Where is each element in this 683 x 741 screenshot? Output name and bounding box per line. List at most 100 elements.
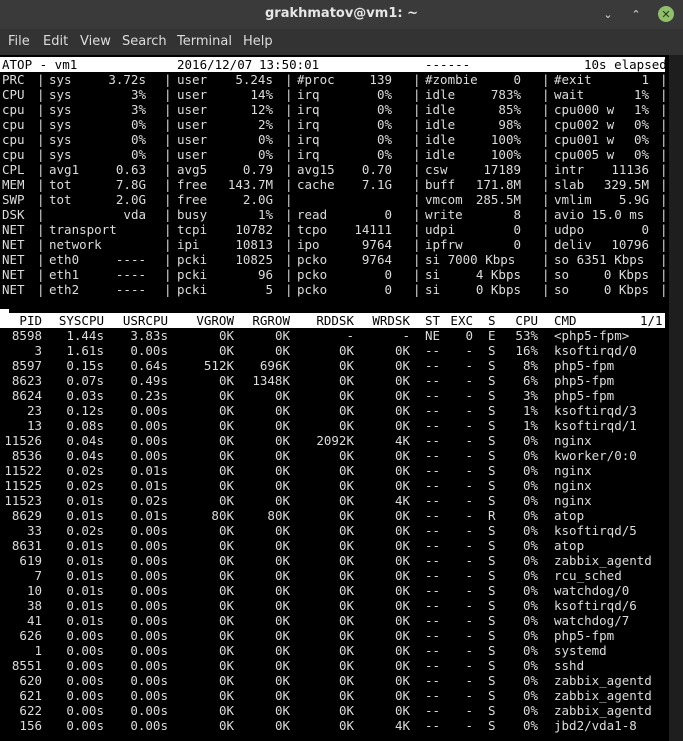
stat-cell: | — [542, 252, 550, 267]
process-cell: 0K — [218, 673, 234, 688]
menu-view[interactable]: View — [80, 34, 111, 49]
atop-time: 13:50:01 — [259, 57, 320, 72]
stat-cell: vmlim — [554, 192, 592, 207]
process-cell: -- — [425, 523, 441, 538]
stat-cell: 3% — [130, 87, 146, 102]
menu-edit[interactable]: Edit — [43, 34, 68, 49]
process-cell: 0.00s — [66, 658, 104, 673]
process-cell: - — [465, 538, 473, 553]
stat-cell: | — [413, 117, 421, 132]
process-cell: 0.01s — [66, 538, 104, 553]
stat-cell: ---- — [115, 282, 146, 297]
stat-cell: avg5 — [177, 162, 208, 177]
stat-cell: tcpi — [177, 222, 208, 237]
terminal-scrollbar[interactable] — [669, 55, 683, 741]
process-cell: 0.00s — [130, 688, 168, 703]
process-cell: 1.44s — [66, 328, 104, 343]
stat-cell: 14111 — [354, 222, 392, 237]
process-cell: 0K — [394, 478, 410, 493]
process-cell: S — [488, 463, 496, 478]
process-cell: 0K — [338, 658, 354, 673]
process-cell: S — [488, 538, 496, 553]
menu-terminal[interactable]: Terminal — [177, 34, 232, 49]
stat-cell: ---- — [115, 267, 146, 282]
process-cell: -- — [425, 673, 441, 688]
process-cell: 0K — [394, 508, 410, 523]
process-cell: 0% — [522, 628, 538, 643]
stat-cell: | — [285, 177, 293, 192]
stat-cell: 1% — [633, 102, 649, 117]
process-cell: 0.00s — [66, 643, 104, 658]
process-cell: atop — [554, 538, 585, 553]
stat-cell: 10782 — [235, 222, 273, 237]
process-cell: - — [465, 403, 473, 418]
stat-cell: network — [49, 237, 102, 252]
process-cell: 0% — [522, 538, 538, 553]
menu-search[interactable]: Search — [122, 34, 167, 49]
process-cell: 0.00s — [130, 583, 168, 598]
process-cell: - — [465, 418, 473, 433]
close-icon[interactable]: ✕ — [658, 6, 674, 22]
column-header: RDDSK — [316, 313, 354, 328]
stat-cell: ipfrw — [425, 237, 463, 252]
stat-cell: busy — [177, 207, 208, 222]
stat-cell: 0% — [257, 147, 273, 162]
stat-cell: so 6351 Kbps — [554, 252, 645, 267]
column-header: 1/1 — [640, 313, 663, 328]
process-cell: ksoftirqd/5 — [554, 523, 637, 538]
stat-cell: ipo — [297, 237, 320, 252]
process-cell: 0.01s — [66, 508, 104, 523]
process-cell: S — [488, 373, 496, 388]
stat-cell: | — [285, 102, 293, 117]
process-cell: 0K — [218, 523, 234, 538]
process-cell: 0K — [274, 628, 290, 643]
process-cell: -- — [425, 703, 441, 718]
process-cell: R — [488, 508, 496, 523]
stat-cell: user — [177, 132, 208, 147]
process-cell: 0K — [274, 463, 290, 478]
stat-cell: | — [660, 252, 668, 267]
stat-cell: #proc — [297, 72, 335, 87]
process-cell: S — [488, 343, 496, 358]
process-cell: -- — [425, 433, 441, 448]
stat-cell: | — [37, 177, 45, 192]
process-cell: 0K — [274, 673, 290, 688]
stat-cell: | — [164, 72, 172, 87]
menu-help[interactable]: Help — [243, 34, 273, 49]
process-cell: -- — [425, 508, 441, 523]
process-cell: 0K — [218, 373, 234, 388]
process-cell: 0K — [394, 418, 410, 433]
process-cell: -- — [425, 598, 441, 613]
window-titlebar[interactable]: grakhmatov@vm1: ~ ⌄ ⌃ ✕ — [0, 0, 683, 29]
process-cell: 0.01s — [66, 613, 104, 628]
terminal-area[interactable]: ATOP - vm1 2016/12/07 13:50:01 ------ 10… — [0, 55, 683, 741]
stat-cell: read — [297, 207, 328, 222]
stat-cell: 2% — [257, 117, 273, 132]
process-cell: 0K — [218, 493, 234, 508]
process-cell: 0K — [394, 598, 410, 613]
stat-cell: | — [413, 132, 421, 147]
process-cell: 0.15s — [66, 358, 104, 373]
column-header: WRDSK — [372, 313, 410, 328]
process-cell: 23 — [26, 403, 42, 418]
stat-cell: | — [660, 192, 668, 207]
process-cell: jbd2/vda1-8 — [554, 718, 637, 733]
process-cell: 8624 — [11, 388, 42, 403]
stat-cell: 17189 — [483, 162, 521, 177]
process-cell: 0K — [274, 388, 290, 403]
minimize-icon[interactable]: ⌄ — [600, 6, 616, 22]
window-title: grakhmatov@vm1: ~ — [264, 6, 418, 21]
process-cell: 0.00s — [130, 448, 168, 463]
menu-file[interactable]: File — [8, 34, 30, 49]
stat-cell: 0% — [633, 117, 649, 132]
process-cell: 0K — [218, 628, 234, 643]
maximize-icon[interactable]: ⌃ — [628, 6, 644, 22]
process-cell: 0K — [338, 463, 354, 478]
menu-bar: File Edit View Search Terminal Help — [0, 29, 683, 55]
stat-cell: cpu — [2, 102, 25, 117]
stat-cell: | — [542, 177, 550, 192]
stat-cell: | — [413, 72, 421, 87]
process-cell: 0.00s — [66, 688, 104, 703]
process-cell: - — [465, 658, 473, 673]
process-cell: zabbix_agentd — [554, 673, 652, 688]
